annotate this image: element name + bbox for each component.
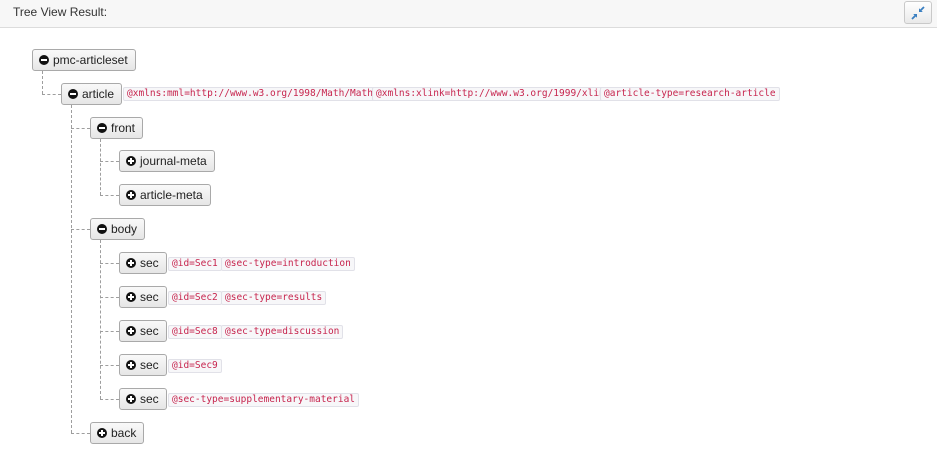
tree-node-back[interactable]: back: [90, 422, 145, 444]
tree-node-article[interactable]: article: [61, 83, 123, 105]
node-label: article-meta: [140, 188, 203, 202]
tree-connector: [100, 195, 119, 196]
tree-connector: [100, 331, 119, 332]
node-label: sec: [140, 358, 159, 372]
tree-node-sec[interactable]: sec: [119, 388, 167, 410]
node-label: article: [82, 87, 115, 101]
tree-connector: [100, 297, 119, 298]
tree-node-journal-meta[interactable]: journal-meta: [119, 150, 215, 172]
expand-icon[interactable]: [126, 190, 136, 200]
tree-view: pmc-articleset article @xmlns:mml=http:/…: [0, 0, 937, 455]
attribute-badge: @sec-type=introduction: [221, 257, 355, 271]
expand-icon[interactable]: [126, 326, 136, 336]
tree-connector: [100, 263, 119, 264]
attribute-badge: @xmlns:xlink=http://www.w3.org/1999/xlin…: [372, 87, 615, 101]
tree-connector: [100, 161, 119, 162]
tree-node-sec[interactable]: sec: [119, 252, 167, 274]
node-label: sec: [140, 324, 159, 338]
expand-icon[interactable]: [126, 156, 136, 166]
tree-node-sec[interactable]: sec: [119, 320, 167, 342]
node-label: journal-meta: [140, 154, 207, 168]
tree-node-body[interactable]: body: [90, 218, 146, 240]
attribute-badge: @sec-type=discussion: [221, 325, 344, 339]
node-label: sec: [140, 392, 159, 406]
collapse-icon[interactable]: [97, 224, 107, 234]
tree-connector: [71, 229, 90, 230]
tree-node-front[interactable]: front: [90, 117, 144, 139]
node-label: front: [111, 121, 136, 135]
collapse-icon[interactable]: [39, 55, 49, 65]
tree-connector: [71, 128, 90, 129]
expand-icon[interactable]: [97, 428, 107, 438]
expand-icon[interactable]: [126, 258, 136, 268]
attribute-badge: @id=Sec2: [168, 291, 222, 305]
attribute-badge: @id=Sec1: [168, 257, 222, 271]
attribute-badge: @sec-type=supplementary-material: [168, 393, 360, 407]
tree-connector: [100, 365, 119, 366]
tree-connector: [42, 94, 61, 95]
tree-node-pmc-articleset[interactable]: pmc-articleset: [32, 49, 136, 71]
attribute-badge: @xmlns:mml=http://www.w3.org/1998/Math/M…: [123, 87, 389, 101]
collapse-icon[interactable]: [68, 89, 78, 99]
tree-node-sec[interactable]: sec: [119, 286, 167, 308]
collapse-icon[interactable]: [97, 123, 107, 133]
attribute-badge: @id=Sec8: [168, 325, 222, 339]
attribute-badge: @id=Sec9: [168, 359, 222, 373]
expand-icon[interactable]: [126, 394, 136, 404]
expand-icon[interactable]: [126, 292, 136, 302]
expand-icon[interactable]: [126, 360, 136, 370]
node-label: pmc-articleset: [53, 53, 128, 67]
attribute-badge: @sec-type=results: [221, 291, 327, 305]
node-label: back: [111, 426, 137, 440]
node-label: sec: [140, 256, 159, 270]
node-label: sec: [140, 290, 159, 304]
attribute-badge: @article-type=research-article: [600, 87, 780, 101]
tree-connector: [100, 399, 119, 400]
tree-connector: [71, 105, 72, 433]
tree-connector: [100, 139, 101, 195]
tree-connector: [42, 71, 43, 94]
tree-node-sec[interactable]: sec: [119, 354, 167, 376]
tree-node-article-meta[interactable]: article-meta: [119, 184, 211, 206]
tree-connector: [71, 433, 90, 434]
node-label: body: [111, 222, 138, 236]
